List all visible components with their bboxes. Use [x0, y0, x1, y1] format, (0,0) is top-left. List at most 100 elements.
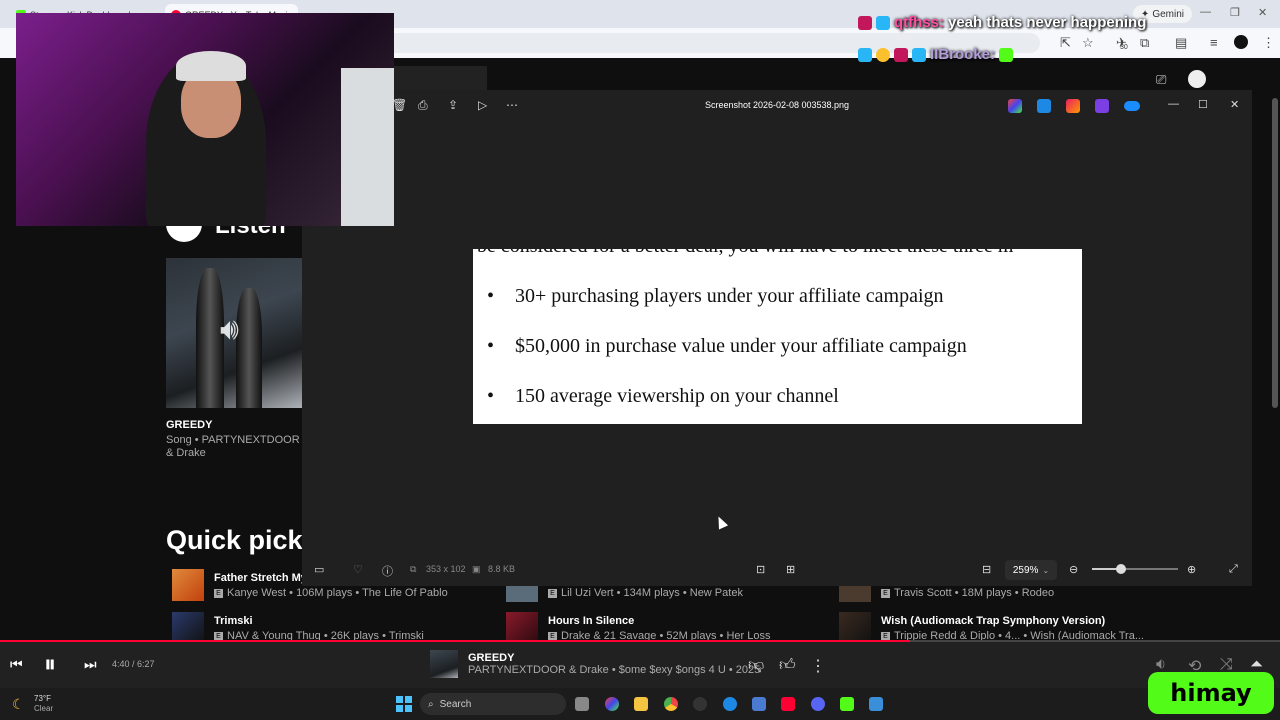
install-app-icon[interactable]: ⇱	[1060, 35, 1071, 51]
task-view-icon[interactable]	[575, 697, 589, 711]
filesize-icon: ▣	[472, 564, 481, 574]
visual-search-icon[interactable]: ⊡	[756, 563, 765, 576]
weather-moon-icon: ☾	[12, 696, 25, 712]
kick-app-icon[interactable]	[840, 697, 854, 711]
next-track-icon[interactable]: ⏭︎	[84, 656, 97, 673]
print-icon[interactable]: ⎙	[418, 98, 428, 113]
featured-song-title[interactable]: GREEDY	[166, 419, 212, 431]
obs-icon[interactable]	[693, 697, 707, 711]
cast-icon[interactable]: ⎚	[1156, 72, 1166, 88]
discord-icon[interactable]	[811, 697, 825, 711]
viewer-minimize-icon[interactable]: —	[1168, 98, 1179, 110]
track-title[interactable]: Father Stretch My	[214, 572, 307, 584]
tab-search-icon[interactable]: ≡	[1210, 35, 1218, 50]
designer-icon[interactable]	[1066, 99, 1080, 113]
playback-time: 4:40 / 6:27	[112, 659, 155, 669]
profile-avatar[interactable]	[1234, 35, 1248, 49]
webcam-overlay	[16, 13, 394, 226]
track-thumbnail[interactable]	[172, 569, 204, 601]
bullet-text: $50,000 in purchase value under your aff…	[515, 335, 967, 357]
more-actions-icon[interactable]: ⋮	[810, 656, 826, 676]
bullet-text: 30+ purchasing players under your affili…	[515, 285, 944, 307]
section-title-quick-picks: Quick pick	[166, 525, 303, 555]
avatar[interactable]	[1188, 70, 1206, 88]
fit-to-window-icon[interactable]: ⊟	[982, 563, 991, 576]
kick-streamer-logo: himay	[1148, 672, 1274, 714]
zoom-slider-handle[interactable]	[1116, 564, 1126, 574]
edit-image-icon[interactable]	[1037, 99, 1051, 113]
bullet-text: 150 average viewership on your channel	[515, 385, 839, 407]
delete-icon[interactable]: 🗑︎	[392, 98, 407, 112]
chat-badge-icon	[858, 15, 872, 30]
chat-badge-icon	[876, 47, 890, 62]
ytm-search-box[interactable]	[390, 66, 487, 90]
featured-song-subtitle: Song • PARTYNEXTDOOR & Drake	[166, 434, 300, 459]
zoom-level-dropdown[interactable]: 259% ⌄	[1005, 560, 1057, 580]
volume-playing-icon: 🔊︎	[220, 313, 239, 346]
displayed-image: be considered for a better deal, you wil…	[473, 249, 1082, 424]
extension-badge-count: 30	[1120, 44, 1128, 51]
pause-icon[interactable]: ⏸︎	[44, 651, 56, 679]
share-icon[interactable]: ⇪	[448, 98, 458, 112]
dislike-icon[interactable]: 👎︎	[748, 656, 764, 675]
previous-track-icon[interactable]: ⏮︎	[10, 656, 23, 673]
reading-mode-icon[interactable]: ▤	[1175, 35, 1187, 51]
windows-logo-pane	[396, 696, 403, 703]
onedrive-icon[interactable]	[1124, 101, 1140, 111]
clipchamp-icon[interactable]	[1095, 99, 1109, 113]
chrome-icon[interactable]	[664, 697, 678, 711]
minimize-icon[interactable]: —	[1200, 6, 1211, 18]
image-dimensions: 353 x 102	[426, 564, 466, 574]
youtube-icon[interactable]	[781, 697, 795, 711]
gemini-label: Gemini	[1152, 8, 1184, 20]
track-meta: E Lil Uzi Vert • 134M plays • New Patek	[548, 587, 743, 599]
viewer-close-icon[interactable]: ✕	[1230, 98, 1239, 111]
chat-text: yeah thats never happening	[948, 14, 1147, 31]
chevron-down-icon: ⌄	[1042, 565, 1050, 575]
close-window-icon[interactable]: ✕	[1258, 6, 1267, 19]
text-extract-icon[interactable]: ⊞	[786, 563, 795, 576]
explicit-icon: E	[548, 588, 557, 598]
file-explorer-icon[interactable]	[634, 697, 648, 711]
track-title[interactable]: Wish (Audiomack Trap Symphony Version)	[881, 615, 1105, 627]
webcam-background-object	[341, 68, 394, 226]
full-screen-icon[interactable]: ⤢	[1229, 563, 1238, 576]
bullet-dot: •	[487, 385, 495, 407]
slideshow-icon[interactable]: ▷	[478, 98, 487, 112]
zoom-out-icon[interactable]: ⊖	[1069, 563, 1078, 576]
track-meta-text: Lil Uzi Vert • 134M plays • New Patek	[561, 587, 743, 599]
edge-icon[interactable]	[723, 697, 737, 711]
chat-message: IIBrooke:	[858, 46, 1014, 63]
copilot-icon[interactable]	[1008, 99, 1022, 113]
bookmark-star-icon[interactable]: ☆	[1082, 35, 1094, 51]
now-playing-title[interactable]: GREEDY	[468, 652, 514, 664]
zoom-level: 259%	[1012, 564, 1039, 576]
start-menu-icon[interactable]	[396, 696, 412, 712]
photos-app-icon[interactable]	[869, 697, 883, 711]
album-tower	[236, 288, 262, 408]
file-info-icon[interactable]: ⓘ	[382, 563, 393, 579]
taskbar-search[interactable]: ⌕ Search	[420, 693, 566, 715]
bullet-dot: •	[487, 285, 495, 307]
viewer-maximize-icon[interactable]: ☐	[1198, 98, 1208, 111]
more-options-icon[interactable]: ⋯	[506, 98, 518, 112]
webcam-cap	[176, 51, 246, 81]
chat-badge-icon	[858, 47, 872, 62]
page-scrollbar[interactable]	[1272, 98, 1278, 408]
restore-icon[interactable]: ❐	[1230, 6, 1240, 19]
like-icon[interactable]: 👍︎	[779, 656, 796, 675]
kick-streamer-name: himay	[1170, 679, 1252, 707]
extensions-icon[interactable]: ⧉	[1140, 35, 1149, 51]
filmstrip-icon[interactable]: ▭	[314, 563, 324, 576]
weather-widget[interactable]: 73°F Clear	[34, 694, 53, 714]
track-title[interactable]: Hours In Silence	[548, 615, 634, 627]
track-meta: E Travis Scott • 18M plays • Rodeo	[881, 587, 1054, 599]
now-playing-thumbnail[interactable]	[430, 650, 458, 678]
copilot-taskbar-icon[interactable]	[605, 697, 619, 711]
zoom-in-icon[interactable]: ⊕	[1187, 563, 1196, 576]
favorite-heart-icon[interactable]: ♡	[353, 563, 363, 576]
browser-menu-icon[interactable]: ⋮	[1262, 35, 1275, 51]
store-icon[interactable]	[752, 697, 766, 711]
viewer-file-title: Screenshot 2026-02-08 003538.png	[704, 100, 850, 110]
track-title[interactable]: Trimski	[214, 615, 253, 627]
